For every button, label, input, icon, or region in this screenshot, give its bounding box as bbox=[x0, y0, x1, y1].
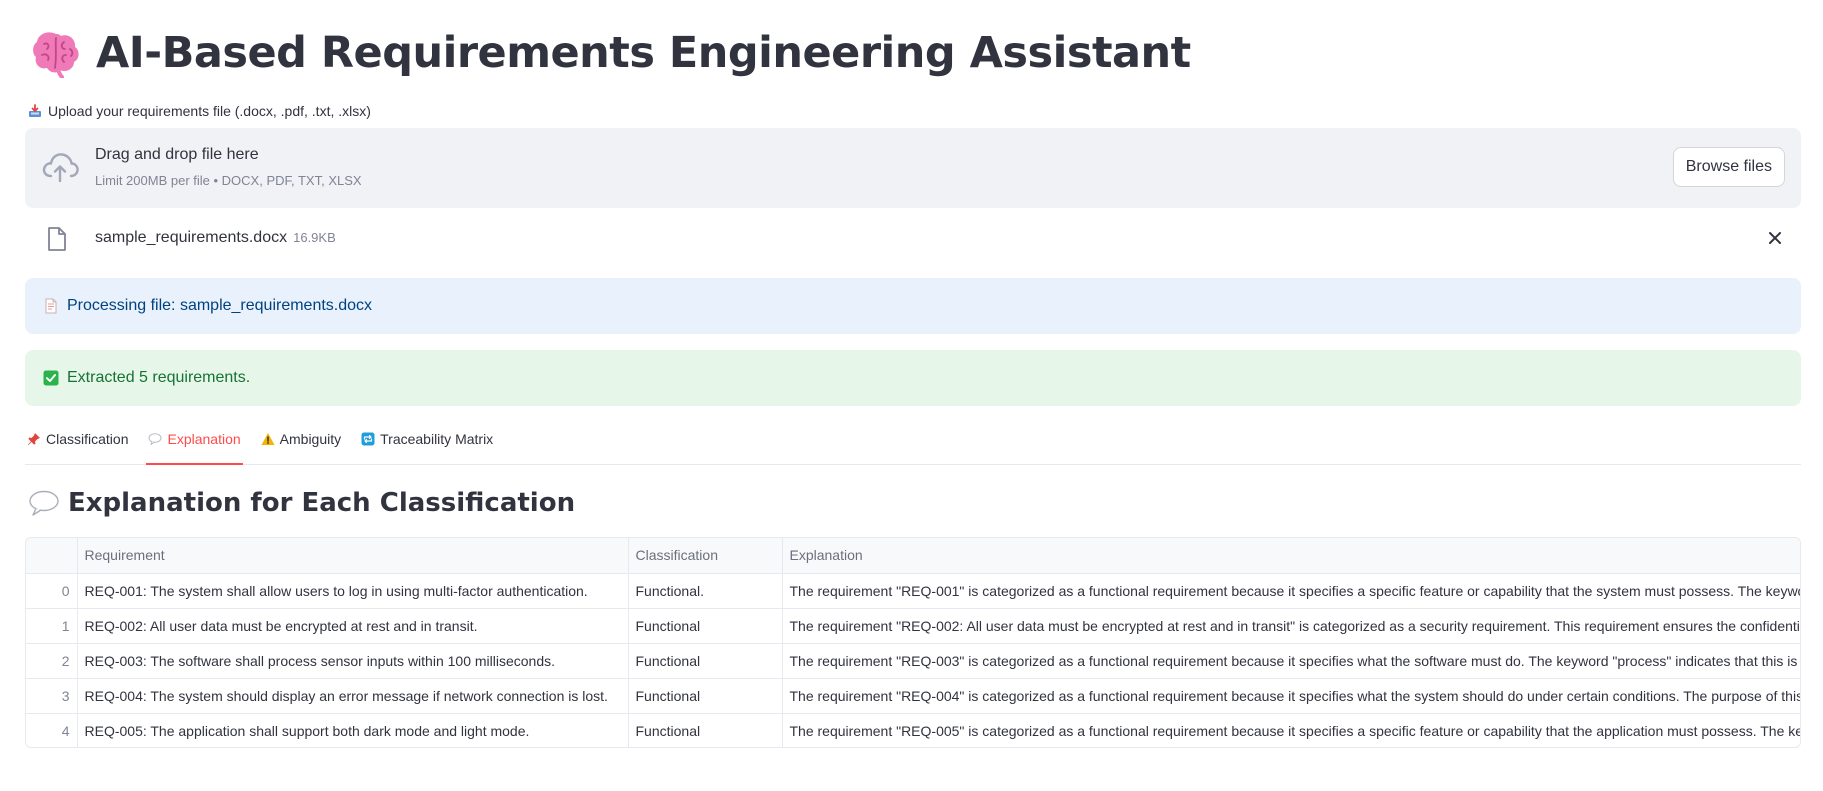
table-row: 1 REQ-002: All user data must be encrypt… bbox=[26, 608, 1800, 644]
pushpin-icon bbox=[27, 432, 41, 446]
explanation-cell[interactable]: The requirement "REQ-001" is categorized… bbox=[782, 573, 1800, 609]
requirement-cell[interactable]: REQ-004: The system should display an er… bbox=[77, 678, 629, 714]
row-index: 1 bbox=[26, 608, 78, 644]
header: AI-Based Requirements Engineering Assist… bbox=[30, 28, 1191, 79]
processing-info-alert: Processing file: sample_requirements.doc… bbox=[25, 278, 1801, 334]
dropzone-limit: Limit 200MB per file • DOCX, PDF, TXT, X… bbox=[95, 173, 362, 188]
upload-label-text: Upload your requirements file (.docx, .p… bbox=[48, 103, 371, 119]
speech-balloon-icon bbox=[148, 432, 162, 446]
row-index: 4 bbox=[26, 713, 78, 747]
upload-label: Upload your requirements file (.docx, .p… bbox=[28, 103, 371, 119]
section-title: Explanation for Each Classification bbox=[68, 488, 576, 518]
tab-traceability-matrix[interactable]: Traceability Matrix bbox=[359, 428, 495, 464]
uploaded-file-size: 16.9KB bbox=[293, 230, 336, 245]
table-row: 4 REQ-005: The application shall support… bbox=[26, 713, 1800, 747]
row-index: 0 bbox=[26, 573, 78, 609]
tab-ambiguity[interactable]: Ambiguity bbox=[259, 428, 343, 464]
check-box-icon bbox=[43, 370, 59, 386]
requirement-cell[interactable]: REQ-002: All user data must be encrypted… bbox=[77, 608, 629, 644]
column-header-classification[interactable]: Classification bbox=[628, 538, 783, 574]
uploaded-file-row: sample_requirements.docx 16.9KB bbox=[25, 222, 1801, 266]
dropzone-title: Drag and drop file here bbox=[95, 146, 259, 163]
column-header-requirement[interactable]: Requirement bbox=[77, 538, 629, 574]
requirement-cell[interactable]: REQ-003: The software shall process sens… bbox=[77, 643, 629, 679]
tab-bar: Classification Explanation Ambiguity Tra… bbox=[25, 428, 1801, 465]
explanation-cell[interactable]: The requirement "REQ-003" is categorized… bbox=[782, 643, 1800, 679]
tab-label: Classification bbox=[46, 431, 129, 447]
cloud-upload-icon bbox=[41, 150, 79, 184]
repeat-icon bbox=[361, 432, 375, 446]
classification-cell[interactable]: Functional bbox=[628, 713, 783, 747]
file-dropzone[interactable]: Drag and drop file here Limit 200MB per … bbox=[25, 128, 1801, 208]
data-table: Requirement Classification Explanation 0… bbox=[26, 538, 1800, 747]
page-title: AI-Based Requirements Engineering Assist… bbox=[96, 28, 1191, 78]
extracted-success-alert: Extracted 5 requirements. bbox=[25, 350, 1801, 406]
tab-label: Ambiguity bbox=[279, 431, 342, 447]
classification-cell[interactable]: Functional. bbox=[628, 573, 783, 609]
column-header-index bbox=[26, 538, 78, 574]
explanation-table[interactable]: Requirement Classification Explanation 0… bbox=[25, 537, 1801, 748]
row-index: 2 bbox=[26, 643, 78, 679]
extracted-success-text: Extracted 5 requirements. bbox=[67, 369, 251, 386]
explanation-cell[interactable]: The requirement "REQ-005" is categorized… bbox=[782, 713, 1800, 747]
uploaded-file-name: sample_requirements.docx bbox=[95, 229, 288, 246]
inbox-tray-icon bbox=[28, 104, 42, 118]
table-row: 3 REQ-004: The system should display an … bbox=[26, 678, 1800, 714]
dropzone-text: Drag and drop file here Limit 200MB per … bbox=[95, 146, 362, 188]
remove-file-close-icon[interactable] bbox=[1767, 230, 1783, 246]
requirement-cell[interactable]: REQ-001: The system shall allow users to… bbox=[77, 573, 629, 609]
file-icon bbox=[47, 226, 67, 252]
warning-icon bbox=[261, 432, 275, 446]
page-document-icon bbox=[43, 298, 59, 314]
row-index: 3 bbox=[26, 678, 78, 714]
tab-explanation[interactable]: Explanation bbox=[146, 428, 243, 465]
app-page: AI-Based Requirements Engineering Assist… bbox=[0, 0, 1823, 791]
section-header: Explanation for Each Classification bbox=[28, 488, 575, 518]
requirement-cell[interactable]: REQ-005: The application shall support b… bbox=[77, 713, 629, 747]
classification-cell[interactable]: Functional bbox=[628, 678, 783, 714]
column-header-explanation[interactable]: Explanation bbox=[782, 538, 1800, 574]
tab-label: Traceability Matrix bbox=[380, 431, 494, 447]
classification-cell[interactable]: Functional bbox=[628, 608, 783, 644]
speech-balloon-icon bbox=[28, 489, 60, 517]
processing-info-text: Processing file: sample_requirements.doc… bbox=[67, 297, 373, 314]
tab-classification[interactable]: Classification bbox=[25, 428, 130, 464]
table-header-row: Requirement Classification Explanation bbox=[26, 538, 1800, 574]
tab-label: Explanation bbox=[167, 431, 241, 447]
brain-icon bbox=[30, 28, 82, 79]
explanation-cell[interactable]: The requirement "REQ-004" is categorized… bbox=[782, 678, 1800, 714]
table-row: 2 REQ-003: The software shall process se… bbox=[26, 643, 1800, 679]
browse-files-button[interactable]: Browse files bbox=[1672, 147, 1785, 187]
uploaded-file-info: sample_requirements.docx 16.9KB bbox=[95, 229, 336, 247]
table-row: 0 REQ-001: The system shall allow users … bbox=[26, 573, 1800, 609]
explanation-cell[interactable]: The requirement "REQ-002: All user data … bbox=[782, 608, 1800, 644]
classification-cell[interactable]: Functional bbox=[628, 643, 783, 679]
